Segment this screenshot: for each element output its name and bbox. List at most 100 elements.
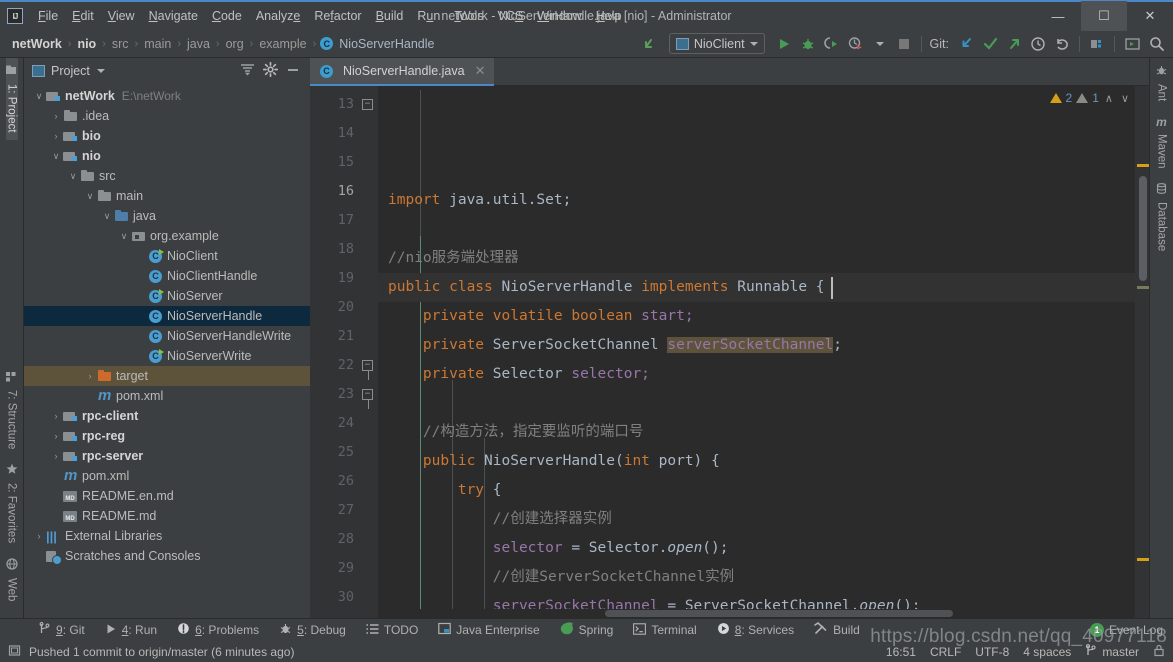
git-rollback-icon[interactable] [1051,33,1073,55]
menu-item-build[interactable]: Build [369,5,411,27]
tree-node[interactable]: NioServerWrite [24,346,310,366]
tree-node[interactable]: › rpc-client [24,406,310,426]
code-line[interactable]: //创建ServerSocketChannel实例 [378,563,1149,592]
debug-icon[interactable] [797,33,819,55]
tool-window-button-spring[interactable]: Spring [550,622,624,638]
status-line-separator[interactable]: CRLF [930,645,961,659]
fold-toggle-icon[interactable]: − [361,98,374,111]
tree-node[interactable]: › .idea [24,106,310,126]
menu-item-file[interactable]: FFileile [31,5,65,27]
line-number[interactable]: 14 [310,119,378,148]
code-line[interactable]: //构造方法，指定要监听的端口号 [378,418,1149,447]
chevron-right-icon[interactable]: › [49,411,63,421]
chevron-right-icon[interactable]: › [49,131,63,141]
breadcrumb-item-nio[interactable]: nio [75,37,98,51]
breadcrumb-item-example[interactable]: example [257,37,308,51]
minimize-button[interactable]: — [1035,1,1081,31]
line-number[interactable]: 27 [310,496,378,525]
menu-item-vcs[interactable]: VCS [491,5,531,27]
tree-node[interactable]: ∨ java [24,206,310,226]
balloon-icon[interactable] [8,644,21,660]
menu-item-tools[interactable]: Tools [447,5,490,27]
code-line[interactable]: private Selector selector; [378,360,1149,389]
line-number[interactable]: 22− [310,351,378,380]
tree-node[interactable]: › rpc-reg [24,426,310,446]
back-arrow-icon[interactable] [639,33,661,55]
tree-node[interactable]: ∨ netWork E:\netWork [24,86,310,106]
sidebar-item-maven[interactable]: m Maven [1156,108,1168,176]
line-number[interactable]: 23− [310,380,378,409]
chevron-down-icon[interactable]: ∨ [66,171,80,182]
chevron-down-icon[interactable]: ∨ [49,151,63,162]
lock-icon[interactable] [1153,644,1165,660]
sidebar-item-ant[interactable]: Ant [1156,58,1168,108]
project-structure-icon[interactable] [1086,33,1108,55]
previous-problem-icon[interactable]: ∧ [1103,92,1115,105]
breadcrumb-item-src[interactable]: src [110,37,131,51]
tree-node[interactable]: ∨ nio [24,146,310,166]
chevron-down-icon[interactable]: ∨ [32,91,46,102]
sidebar-item-favorites[interactable]: 2: Favorites [6,456,18,550]
inspection-scrollbar[interactable] [1135,86,1149,618]
tool-window-button-build[interactable]: Build [804,621,870,638]
breadcrumb-item-class[interactable]: NioServerHandle [337,37,436,51]
code-editor[interactable]: 13−141516171819202122−23−242526272829303… [310,86,1149,618]
tree-node[interactable]: › External Libraries [24,526,310,546]
chevron-down-icon[interactable] [869,33,891,55]
breadcrumb-item-netwrok[interactable]: netWork [10,37,64,51]
code-line[interactable]: public class NioServerHandle implements … [378,273,1149,302]
menu-item-navigate[interactable]: Navigate [142,5,205,27]
stop-icon[interactable] [893,33,915,55]
code-line[interactable] [378,389,1149,418]
status-encoding[interactable]: UTF-8 [975,645,1009,659]
tool-window-button-todo[interactable]: TODO [356,623,428,638]
menu-item-edit[interactable]: Edit [65,5,101,27]
breadcrumb-item-org[interactable]: org [224,37,246,51]
tree-node[interactable]: README.en.md [24,486,310,506]
line-number[interactable]: 20 [310,293,378,322]
menu-item-window[interactable]: Window [530,5,588,27]
code-line[interactable]: //创建选择器实例 [378,505,1149,534]
tree-node[interactable]: ∨ src [24,166,310,186]
menu-item-code[interactable]: Code [205,5,249,27]
tree-node[interactable]: › target [24,366,310,386]
chevron-right-icon[interactable]: › [49,431,63,441]
menu-item-help[interactable]: Help [589,5,629,27]
line-number[interactable]: 26 [310,467,378,496]
line-number[interactable]: 18 [310,235,378,264]
collapse-all-icon[interactable] [240,63,255,80]
code-content[interactable]: import java.util.Set; //nio服务端处理器 public c… [378,86,1149,618]
inspection-widget[interactable]: 2 1 ∧ ∨ [1049,91,1132,105]
search-everywhere-icon[interactable] [1145,33,1167,55]
tree-node[interactable]: Scratches and Consoles [24,546,310,566]
tree-node[interactable]: › rpc-server [24,446,310,466]
breadcrumb-item-main[interactable]: main [142,37,173,51]
sidebar-item-project[interactable]: 1: Project [5,58,18,140]
project-tree[interactable]: ∨ netWork E:\netWork › .idea › bio ∨ nio ∨ src ∨ mai… [24,84,310,618]
tree-node[interactable]: NioClient [24,246,310,266]
menu-item-refactor[interactable]: Refactor [307,5,368,27]
tool-window-button-8-services[interactable]: 8: Services [707,622,804,638]
line-number[interactable]: 13− [310,90,378,119]
sidebar-item-web[interactable]: Web [6,551,18,608]
tree-node[interactable]: NioServerHandleWrite [24,326,310,346]
line-number[interactable]: 15 [310,148,378,177]
tool-window-button-4-run[interactable]: 4: Run [95,623,167,638]
chevron-right-icon[interactable]: › [83,371,97,381]
line-number[interactable]: 25 [310,438,378,467]
run-with-coverage-icon[interactable] [821,33,843,55]
chevron-down-icon[interactable]: ∨ [117,231,131,242]
chevron-right-icon[interactable]: › [32,531,46,541]
tool-window-button-java-enterprise[interactable]: Java Enterprise [428,622,549,638]
git-push-icon[interactable] [1003,33,1025,55]
tree-node[interactable]: › bio [24,126,310,146]
chevron-right-icon[interactable]: › [49,111,63,121]
run-icon[interactable] [773,33,795,55]
hide-icon[interactable] [286,63,300,80]
next-problem-icon[interactable]: ∨ [1119,92,1131,105]
line-number[interactable]: 30 [310,583,378,612]
maximize-button[interactable]: ☐ [1081,1,1127,31]
profiler-icon[interactable] [845,33,867,55]
event-log-button[interactable]: 1 Event Log [1089,623,1173,637]
close-icon[interactable]: ✕ [475,63,486,79]
